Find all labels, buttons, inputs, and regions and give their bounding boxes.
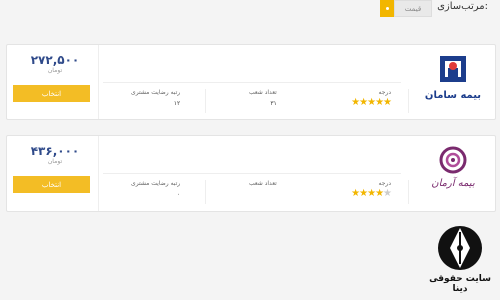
sort-dot-icon <box>385 7 389 10</box>
satisfaction-label: رتبه رضایت مشتری <box>131 89 181 96</box>
star-icon: ★ <box>375 188 384 199</box>
satisfaction-field: رتبه رضایت مشتری ۱۲ <box>131 89 180 107</box>
price-column: ۲۷۲,۵۰۰ تومان انتخاب <box>7 45 99 119</box>
divider <box>408 180 409 204</box>
price-value: ۲۷۲,۵۰۰ <box>30 53 80 67</box>
rating-stars: ★★★★★ <box>351 188 392 199</box>
divider <box>408 89 409 113</box>
site-watermark: سایت حقوقی دینا <box>420 218 500 300</box>
satisfaction-label: رتبه رضایت مشتری <box>131 180 181 187</box>
sort-price-button[interactable]: قیمت <box>394 0 432 17</box>
branches-label: تعداد شعب <box>249 180 277 187</box>
star-icon: ★ <box>383 188 392 199</box>
branches-field: تعداد شعب <box>249 180 277 191</box>
star-icon: ★ <box>367 97 376 108</box>
star-icon: ★ <box>359 188 368 199</box>
branches-value: ۳۱ <box>270 100 277 107</box>
sort-title: مرتب‌سازی: <box>437 1 488 12</box>
arman-insurance-logo: بیمه آرمان <box>423 144 483 200</box>
sort-bar: مرتب‌سازی: قیمت <box>0 0 500 22</box>
select-button[interactable]: انتخاب <box>13 176 90 193</box>
satisfaction-field: رتبه رضایت مشتری ۰ <box>131 180 180 198</box>
divider <box>205 89 206 113</box>
star-icon: ★ <box>351 97 360 108</box>
rating-label: درجه <box>378 180 392 187</box>
star-icon: ★ <box>367 188 376 199</box>
details-area <box>99 136 407 211</box>
currency-label: تومان <box>47 67 63 74</box>
rating-field: درجه <box>379 180 392 187</box>
star-icon: ★ <box>383 97 392 108</box>
star-icon: ★ <box>375 97 384 108</box>
rating-stars: ★★★★★ <box>351 97 392 108</box>
star-icon: ★ <box>359 97 368 108</box>
star-icon: ★ <box>351 188 360 199</box>
branches-field: تعداد شعب ۳۱ <box>249 89 277 107</box>
satisfaction-value: ۰ <box>176 191 181 198</box>
sort-order-toggle[interactable] <box>380 0 394 17</box>
divider <box>103 173 401 174</box>
price-column: ۴۳۶,۰۰۰ تومان انتخاب <box>7 136 99 211</box>
currency-label: تومان <box>47 158 63 165</box>
company-name: بیمه سامان <box>425 90 481 101</box>
select-button[interactable]: انتخاب <box>13 85 90 102</box>
price-value: ۴۳۶,۰۰۰ <box>30 144 80 158</box>
offer-card-saman: ۲۷۲,۵۰۰ تومان انتخاب رتبه رضایت مشتری ۱۲… <box>6 44 496 120</box>
rating-label: درجه <box>378 89 392 96</box>
company-name: بیمه آرمان <box>431 176 475 189</box>
satisfaction-value: ۱۲ <box>173 100 181 107</box>
rating-field: درجه <box>379 89 392 96</box>
branches-label: تعداد شعب <box>249 89 277 96</box>
divider <box>205 180 206 204</box>
offer-card-arman: ۴۳۶,۰۰۰ تومان انتخاب رتبه رضایت مشتری ۰ … <box>6 135 496 212</box>
watermark-text: سایت حقوقی دینا <box>429 274 491 294</box>
saman-insurance-logo: بیمه سامان <box>423 53 483 109</box>
pen-nib-icon <box>438 226 482 270</box>
divider <box>103 82 401 83</box>
